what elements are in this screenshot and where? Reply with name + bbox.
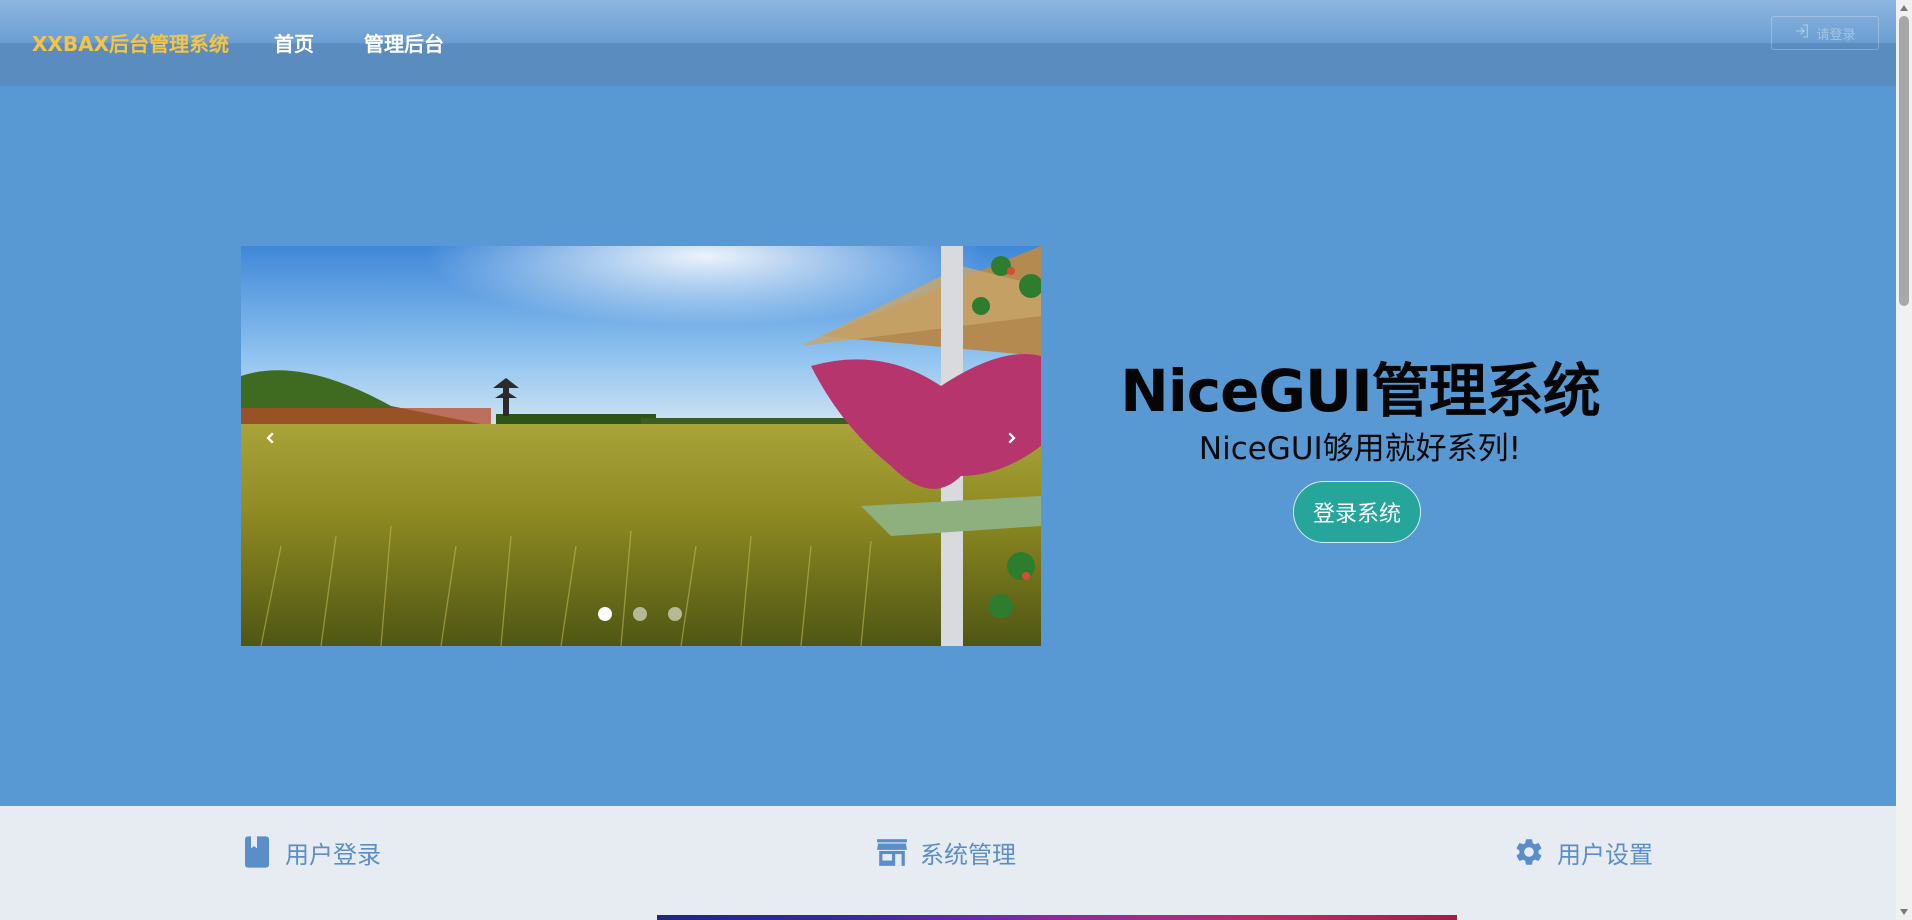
carousel-next-button[interactable] [999, 426, 1023, 450]
login-icon [1794, 23, 1810, 43]
feature-user-login[interactable]: 用户登录 [241, 834, 381, 870]
carousel-prev-button[interactable] [259, 426, 283, 450]
image-carousel[interactable] [241, 246, 1041, 646]
header-login-label: 请登录 [1816, 27, 1856, 43]
carousel-dot-1[interactable] [598, 607, 612, 621]
store-icon [877, 839, 907, 866]
hero-section: NiceGUI管理系统 NiceGUI够用就好系列! 登录系统 [0, 86, 1896, 806]
carousel-dots [598, 607, 682, 621]
nav-admin-link[interactable]: 管理后台 [364, 28, 444, 57]
chevron-right-icon [1008, 432, 1016, 444]
gear-icon [1516, 839, 1542, 865]
scroll-down-arrow-icon[interactable] [1900, 909, 1908, 915]
hero-title: NiceGUI管理系统 [1120, 357, 1600, 425]
chevron-left-icon [266, 432, 274, 444]
banner-image-strip [657, 915, 1457, 920]
brand-title[interactable]: XXBAX后台管理系统 [32, 28, 229, 57]
feature-label: 用户登录 [285, 840, 381, 869]
hero-subtitle: NiceGUI够用就好系列! [1198, 431, 1522, 467]
feature-label: 系统管理 [920, 840, 1016, 869]
carousel-dot-2[interactable] [633, 607, 647, 621]
feature-system-admin[interactable]: 系统管理 [876, 834, 1016, 870]
vertical-scrollbar[interactable] [1896, 0, 1912, 920]
book-icon [245, 836, 269, 868]
carousel-slide-image [241, 246, 1041, 646]
page: XXBAX后台管理系统 首页 管理后台 请登录 NiceGUI管理系统 Nice… [0, 0, 1896, 920]
features-bar: 用户登录 系统管理 用户设置 [0, 806, 1896, 920]
feature-user-settings[interactable]: 用户设置 [1513, 834, 1653, 870]
carousel-dot-3[interactable] [668, 607, 682, 621]
nav-home-link[interactable]: 首页 [274, 28, 314, 57]
hero-login-button[interactable]: 登录系统 [1293, 481, 1421, 543]
header-login-button[interactable]: 请登录 [1771, 16, 1879, 50]
scroll-thumb[interactable] [1899, 16, 1909, 306]
top-header: XXBAX后台管理系统 首页 管理后台 请登录 [0, 0, 1896, 86]
feature-label: 用户设置 [1557, 840, 1653, 869]
scroll-up-arrow-icon[interactable] [1900, 5, 1908, 11]
